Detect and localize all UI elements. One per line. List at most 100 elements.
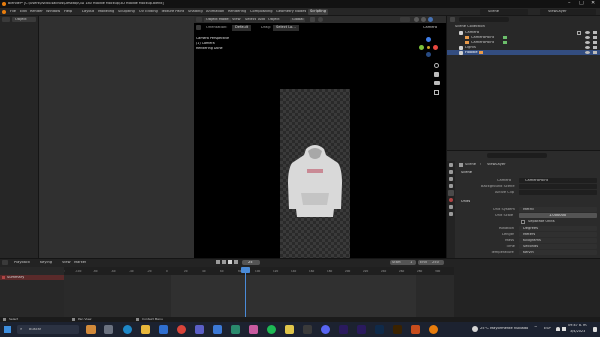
timeline-menu-keying[interactable]: Keying <box>40 261 52 265</box>
calendar-icon[interactable] <box>231 325 240 334</box>
viewport-menu-select[interactable]: Select <box>245 18 256 22</box>
timeline-editor-type[interactable] <box>2 260 8 265</box>
menu-file[interactable]: File <box>10 10 16 14</box>
view-layer-selector[interactable]: ViewLayer <box>540 9 596 15</box>
texture-tab-icon[interactable] <box>449 212 453 216</box>
unit-scale-input[interactable]: 1.000000 <box>519 213 597 218</box>
jump-start-icon[interactable] <box>216 260 220 264</box>
illustrator-icon[interactable] <box>393 325 402 334</box>
spotify-icon[interactable] <box>267 325 276 334</box>
time-dropdown[interactable]: Seconds <box>519 244 597 249</box>
pan-hand-icon[interactable] <box>434 72 439 77</box>
notes-icon[interactable] <box>285 325 294 334</box>
proportional-icon[interactable] <box>318 17 323 22</box>
camera-view-icon[interactable] <box>434 81 440 85</box>
maximize-button[interactable]: □ <box>579 1 584 6</box>
gizmo-neg-z-icon[interactable] <box>426 52 431 57</box>
blender-menu-icon[interactable] <box>2 10 6 14</box>
view-layer-tab-icon[interactable] <box>449 184 453 188</box>
widget-icon[interactable] <box>86 325 96 334</box>
task-view-icon[interactable] <box>104 325 113 334</box>
render-camera-icon[interactable] <box>593 51 597 54</box>
zoom-icon[interactable] <box>434 63 439 68</box>
after-effects-icon[interactable] <box>357 325 366 334</box>
units-panel-header[interactable]: Units <box>461 200 470 204</box>
teams-icon[interactable] <box>195 325 204 334</box>
render-tab-icon[interactable] <box>449 170 453 174</box>
outliner-row-selected[interactable]: Hoodie <box>447 50 600 55</box>
start-frame-input[interactable]: Start 1 <box>390 260 416 265</box>
visibility-eye-icon[interactable] <box>585 41 590 44</box>
timeline-editor[interactable]: Playback Keying View Marker 25 Start 1 E… <box>0 258 600 318</box>
properties-search-input[interactable] <box>487 153 547 158</box>
shading-solid-icon[interactable] <box>414 17 419 22</box>
viewport-mode-dropdown[interactable]: Object Mode <box>204 18 231 22</box>
outliner[interactable]: Scene Collection Camera CameraPoint Came… <box>447 16 600 146</box>
timeline-menu-view[interactable]: View <box>62 261 71 265</box>
3d-viewport[interactable]: Orientation: Default Drag: Select Lo... … <box>194 23 446 263</box>
scene-tab-icon[interactable] <box>448 190 454 196</box>
jump-end-icon[interactable] <box>234 260 238 264</box>
camera-button[interactable]: Camera <box>423 26 437 30</box>
scene-selector[interactable]: Scene <box>480 9 528 15</box>
output-tab-icon[interactable] <box>449 177 453 181</box>
viewport-editor-type[interactable] <box>196 17 202 22</box>
rotation-dropdown[interactable]: Degrees <box>519 226 597 231</box>
windows-start-icon[interactable] <box>4 326 11 333</box>
gizmo-y-axis-icon[interactable] <box>419 45 424 50</box>
language-indicator[interactable]: ESP <box>544 327 551 331</box>
tab-scripting[interactable]: Scripting <box>308 9 328 15</box>
tab-uv-editing[interactable]: UV Editing <box>139 10 158 14</box>
orientation-dropdown[interactable]: Default <box>232 25 252 31</box>
shading-rendered-icon[interactable] <box>428 17 433 22</box>
gizmo-z-axis-icon[interactable] <box>426 37 431 42</box>
render-camera-icon[interactable] <box>593 46 597 49</box>
separate-units-checkbox[interactable] <box>521 220 525 224</box>
end-frame-input[interactable]: End 250 <box>418 260 444 265</box>
wifi-icon[interactable] <box>556 327 560 331</box>
menu-render[interactable]: Render <box>30 10 43 14</box>
taskbar-search-box[interactable]: ⌕ Buscar <box>17 325 79 334</box>
photos-icon[interactable] <box>249 325 258 334</box>
snap-icon[interactable] <box>310 17 315 22</box>
menu-edit[interactable]: Edit <box>20 10 27 14</box>
terminal-icon[interactable] <box>303 325 312 334</box>
visibility-eye-icon[interactable] <box>585 51 590 54</box>
background-scene-field[interactable] <box>519 184 597 189</box>
tab-animation[interactable]: Animation <box>206 10 224 14</box>
tab-texture-paint[interactable]: Texture Paint <box>161 10 184 14</box>
editor-type-button[interactable] <box>2 17 10 22</box>
play-reverse-icon[interactable] <box>222 260 226 264</box>
tab-sculpting[interactable]: Sculpting <box>118 10 135 14</box>
tab-modeling[interactable]: Modeling <box>98 10 114 14</box>
viewport-menu-object[interactable]: Object <box>268 18 280 22</box>
active-clip-field[interactable] <box>519 190 597 195</box>
render-camera-icon[interactable] <box>593 41 597 44</box>
discord-icon[interactable] <box>321 325 330 334</box>
transform-orientation-dropdown[interactable]: Global <box>290 18 306 22</box>
edge-browser-icon[interactable] <box>123 325 132 334</box>
temperature-dropdown[interactable]: Kelvin <box>519 250 597 255</box>
collection-tab-icon[interactable] <box>449 205 453 209</box>
drag-dropdown[interactable]: Select Lo... <box>273 25 299 31</box>
tab-compositing[interactable]: Compositing <box>250 10 273 14</box>
chrome-icon[interactable] <box>177 325 186 334</box>
tool-tab-icon[interactable] <box>449 163 453 167</box>
mail-icon[interactable] <box>159 325 168 334</box>
tab-rendering[interactable]: Rendering <box>228 10 246 14</box>
overlay-icon[interactable] <box>400 17 410 22</box>
premiere-icon[interactable] <box>339 325 348 334</box>
select-tool-icon[interactable] <box>196 25 201 30</box>
length-dropdown[interactable]: Meters <box>519 232 597 237</box>
photoshop-icon[interactable] <box>375 325 384 334</box>
notification-icon[interactable] <box>593 327 597 332</box>
perspective-grid-icon[interactable] <box>434 90 439 95</box>
weather-text[interactable]: 25°C Mayormente nublado <box>480 327 528 331</box>
tab-layout[interactable]: Layout <box>82 10 94 14</box>
render-camera-icon[interactable] <box>593 36 597 39</box>
menu-help[interactable]: Help <box>64 10 72 14</box>
minimize-button[interactable]: – <box>568 1 571 6</box>
gizmo-x-axis-icon[interactable] <box>433 45 438 50</box>
tab-geometry-nodes[interactable]: Geometry Nodes <box>276 10 306 14</box>
file-explorer-icon[interactable] <box>141 325 150 334</box>
